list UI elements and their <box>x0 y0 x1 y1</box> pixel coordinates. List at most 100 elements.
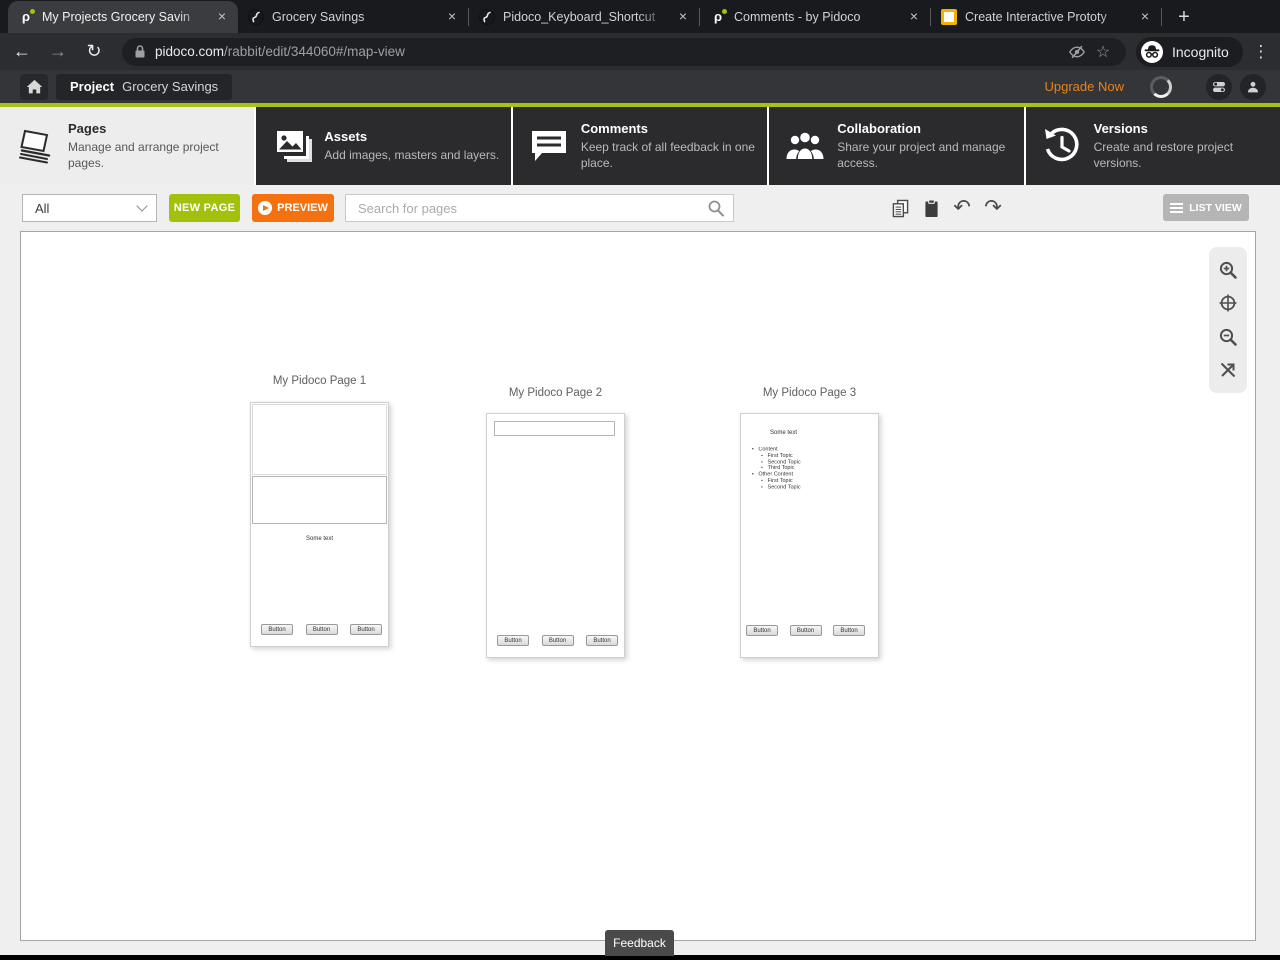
play-icon <box>258 201 273 215</box>
incognito-spy-icon <box>1140 40 1164 64</box>
zoom-reset-target-icon[interactable] <box>1217 292 1239 314</box>
pages-stack-icon <box>14 124 58 168</box>
user-icon <box>1248 81 1258 92</box>
wireframe-list: Content First Topic Second Topic Third T… <box>751 447 801 491</box>
nav-section-comments[interactable]: Comments Keep track of all feedback in o… <box>510 107 768 185</box>
zoom-controls <box>1209 247 1247 393</box>
preview-button[interactable]: PREVIEW <box>252 194 334 222</box>
wireframe-button-row: Button Button Button <box>261 624 382 635</box>
wireframe-button-row: Button Button Button <box>746 625 865 636</box>
wireframe-rectangle <box>252 404 387 475</box>
page-thumbnail-3[interactable]: Some text Content First Topic Second Top… <box>740 413 879 658</box>
new-page-button[interactable]: NEW PAGE <box>169 194 240 222</box>
tab-separator <box>1161 7 1162 26</box>
incognito-label: Incognito <box>1172 43 1229 60</box>
home-button[interactable] <box>20 73 48 100</box>
nav-section-pages[interactable]: Pages Manage and arrange project pages. <box>0 107 255 185</box>
url-path: /rabbit/edit/344060#/map-view <box>224 44 405 59</box>
close-icon[interactable]: × <box>214 9 230 25</box>
nav-title: Versions <box>1093 121 1148 136</box>
search-input[interactable] <box>346 200 707 216</box>
wireframe-input <box>494 421 615 436</box>
browser-toolbar: ← → ↻ pidoco.com/rabbit/edit/344060#/map… <box>0 33 1280 70</box>
reload-button[interactable]: ↻ <box>80 38 108 66</box>
close-icon[interactable]: × <box>444 9 460 25</box>
tab-my-projects[interactable]: ρ My Projects Grocery Savin × <box>8 1 238 33</box>
list-view-button[interactable]: LIST VIEW <box>1163 194 1249 221</box>
list-icon <box>1170 202 1184 213</box>
assets-image-icon <box>270 124 314 168</box>
copy-pages-icon[interactable] <box>888 197 912 219</box>
wireframe-text: Some text <box>305 536 333 542</box>
wireframe-rectangle <box>252 476 387 524</box>
lock-icon <box>134 44 146 59</box>
fit-disabled-icon[interactable] <box>1217 359 1239 381</box>
home-icon <box>26 79 42 93</box>
back-button[interactable]: ← <box>8 38 36 66</box>
history-clock-icon <box>1040 124 1084 168</box>
search-box <box>345 194 734 222</box>
project-breadcrumb[interactable]: Project Grocery Savings <box>56 73 233 100</box>
wireframe-button: Button <box>586 635 618 646</box>
wireframe-button: Button <box>541 635 574 646</box>
bookmark-star-icon[interactable]: ☆ <box>1090 39 1116 65</box>
close-icon[interactable]: × <box>906 9 922 25</box>
preview-label: PREVIEW <box>277 202 328 214</box>
url-bar[interactable]: pidoco.com/rabbit/edit/344060#/map-view … <box>122 37 1126 66</box>
zoom-in-icon[interactable] <box>1217 259 1239 281</box>
pages-toolbar: All NEW PAGE PREVIEW ↶ ↷ LIST VIEW <box>0 185 1280 231</box>
close-icon[interactable]: × <box>1137 9 1153 25</box>
url-domain: pidoco.com <box>155 44 225 59</box>
page-thumbnail-1[interactable]: Some text Button Button Button <box>250 402 389 647</box>
tab-grocery-savings[interactable]: Grocery Savings × <box>238 1 468 33</box>
redo-icon[interactable]: ↷ <box>981 197 1005 219</box>
forward-button[interactable]: → <box>44 38 72 66</box>
zoom-out-icon[interactable] <box>1217 326 1239 348</box>
incognito-badge: Incognito <box>1136 36 1243 67</box>
close-icon[interactable]: × <box>675 9 691 25</box>
eye-off-icon[interactable] <box>1064 39 1090 65</box>
page-title: My Pidoco Page 2 <box>508 387 603 399</box>
nav-title: Assets <box>324 129 368 144</box>
people-group-icon <box>783 124 827 168</box>
pidoco-favicon-icon: ρ <box>710 9 727 25</box>
page-title: My Pidoco Page 3 <box>762 387 857 399</box>
tab-strip: ρ My Projects Grocery Savin × Grocery Sa… <box>0 0 1280 33</box>
tab-keyboard-shortcuts[interactable]: Pidoco_Keyboard_Shortcut × <box>469 1 699 33</box>
feedback-button[interactable]: Feedback <box>605 930 674 956</box>
tab-create-prototype[interactable]: Create Interactive Prototy × <box>931 1 1161 33</box>
wireframe-button: Button <box>746 625 778 636</box>
browser-menu-icon[interactable]: ⋮ <box>1249 40 1273 64</box>
tab-title: Create Interactive Prototy <box>965 10 1107 24</box>
globe-favicon-icon <box>248 9 264 25</box>
url-text: pidoco.com/rabbit/edit/344060#/map-view <box>155 44 1064 59</box>
chevron-down-icon <box>136 200 148 212</box>
filter-dropdown[interactable]: All <box>22 194 157 222</box>
new-tab-button[interactable]: + <box>1170 3 1198 31</box>
pidoco-favicon-icon: ρ <box>18 9 35 25</box>
nav-desc: Share your project and manage access. <box>837 140 1006 170</box>
project-name: Grocery Savings <box>122 79 219 94</box>
wireframe-text: Some text <box>770 430 798 436</box>
search-icon[interactable] <box>707 199 725 217</box>
wireframe-button-row: Button Button Button <box>497 635 618 646</box>
tab-comments[interactable]: ρ Comments - by Pidoco × <box>700 1 930 33</box>
tab-title: Grocery Savings <box>272 10 365 24</box>
nav-section-versions[interactable]: Versions Create and restore project vers… <box>1023 107 1280 185</box>
toggles-icon <box>1213 81 1225 92</box>
nav-section-assets[interactable]: Assets Add images, masters and layers. <box>254 107 511 185</box>
globe-favicon-icon <box>479 9 495 25</box>
settings-toggles-button[interactable] <box>1206 73 1232 100</box>
map-view-canvas[interactable]: My Pidoco Page 1 Some text Button Button… <box>20 231 1256 941</box>
upgrade-now-link[interactable]: Upgrade Now <box>1045 79 1125 94</box>
paste-pages-icon[interactable] <box>919 197 943 219</box>
page-thumbnail-2[interactable]: Button Button Button <box>486 413 625 658</box>
nav-title: Collaboration <box>837 121 921 136</box>
document-favicon-icon <box>941 9 957 25</box>
wireframe-button: Button <box>833 625 865 636</box>
nav-desc: Keep track of all feedback in one place. <box>580 140 755 170</box>
account-button[interactable] <box>1240 73 1266 100</box>
undo-icon[interactable]: ↶ <box>950 197 974 219</box>
nav-section-collaboration[interactable]: Collaboration Share your project and man… <box>767 107 1024 185</box>
nav-title: Pages <box>68 121 107 136</box>
